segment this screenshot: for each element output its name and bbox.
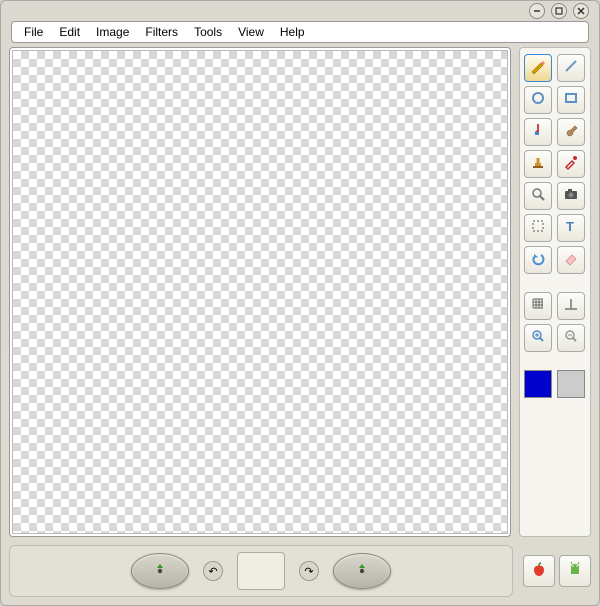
rect-tool[interactable] <box>557 86 585 114</box>
menu-filters[interactable]: Filters <box>139 23 184 41</box>
menu-file[interactable]: File <box>18 23 49 41</box>
menu-edit[interactable]: Edit <box>53 23 86 41</box>
undo-small-button[interactable]: ↶ <box>203 561 223 581</box>
tool-panel: T <box>519 47 591 537</box>
circle-tool[interactable] <box>524 86 552 114</box>
nav-right-button[interactable] <box>333 553 391 589</box>
maximize-button[interactable] <box>551 3 567 19</box>
menu-bar: File Edit Image Filters Tools View Help <box>11 21 589 43</box>
text-icon: T <box>563 218 579 238</box>
eraser-icon <box>563 250 579 270</box>
canvas-frame <box>9 47 511 537</box>
titlebar <box>1 1 599 21</box>
up-arrow-icon <box>355 562 369 581</box>
secondary-color-swatch[interactable] <box>557 370 585 398</box>
close-button[interactable] <box>573 3 589 19</box>
minimize-button[interactable] <box>529 3 545 19</box>
eyedropper-tool[interactable] <box>557 150 585 178</box>
menu-tools[interactable]: Tools <box>188 23 228 41</box>
select-tool[interactable] <box>524 214 552 242</box>
baseline-tool[interactable] <box>557 292 585 320</box>
line-tool[interactable] <box>557 54 585 82</box>
bottom-bar: ↶ ↷ <box>9 545 591 597</box>
stamp-icon <box>530 154 546 174</box>
line-icon <box>563 58 579 78</box>
primary-color-swatch[interactable] <box>524 370 552 398</box>
canvas[interactable] <box>12 50 508 534</box>
apple-icon <box>530 560 548 583</box>
camera-icon <box>563 186 579 206</box>
grid-icon <box>530 296 546 316</box>
stamp-tool[interactable] <box>524 150 552 178</box>
menu-help[interactable]: Help <box>274 23 311 41</box>
zoom-out-tool[interactable] <box>557 324 585 352</box>
redo-small-icon: ↷ <box>304 565 313 578</box>
up-arrow-icon <box>153 562 167 581</box>
undo-icon <box>530 250 546 270</box>
nav-left-button[interactable] <box>131 553 189 589</box>
android-button[interactable] <box>559 555 591 587</box>
menu-image[interactable]: Image <box>90 23 135 41</box>
brush-tool[interactable] <box>557 118 585 146</box>
apple-button[interactable] <box>523 555 555 587</box>
android-icon <box>566 560 584 583</box>
preview-box <box>237 552 285 590</box>
svg-text:T: T <box>566 219 574 234</box>
app-window: File Edit Image Filters Tools View Help <box>0 0 600 606</box>
grid-tool[interactable] <box>524 292 552 320</box>
redo-small-button[interactable]: ↷ <box>299 561 319 581</box>
text-tool[interactable]: T <box>557 214 585 242</box>
rect-icon <box>563 90 579 110</box>
circle-icon <box>530 90 546 110</box>
eraser-tool[interactable] <box>557 246 585 274</box>
pencil-icon <box>530 58 546 78</box>
eyedropper-icon <box>563 154 579 174</box>
zoom-in-tool[interactable] <box>524 324 552 352</box>
baseline-icon <box>563 296 579 316</box>
undo-small-icon: ↶ <box>208 565 217 578</box>
menu-view[interactable]: View <box>232 23 270 41</box>
fill-icon <box>530 122 546 142</box>
fill-tool[interactable] <box>524 118 552 146</box>
pencil-tool[interactable] <box>524 54 552 82</box>
magnify-icon <box>530 186 546 206</box>
bottom-panel: ↶ ↷ <box>9 545 513 597</box>
brush-icon <box>563 122 579 142</box>
magnify-tool[interactable] <box>524 182 552 210</box>
camera-tool[interactable] <box>557 182 585 210</box>
undo-tool[interactable] <box>524 246 552 274</box>
zoom-out-icon <box>563 328 579 348</box>
zoom-in-icon <box>530 328 546 348</box>
select-icon <box>530 218 546 238</box>
